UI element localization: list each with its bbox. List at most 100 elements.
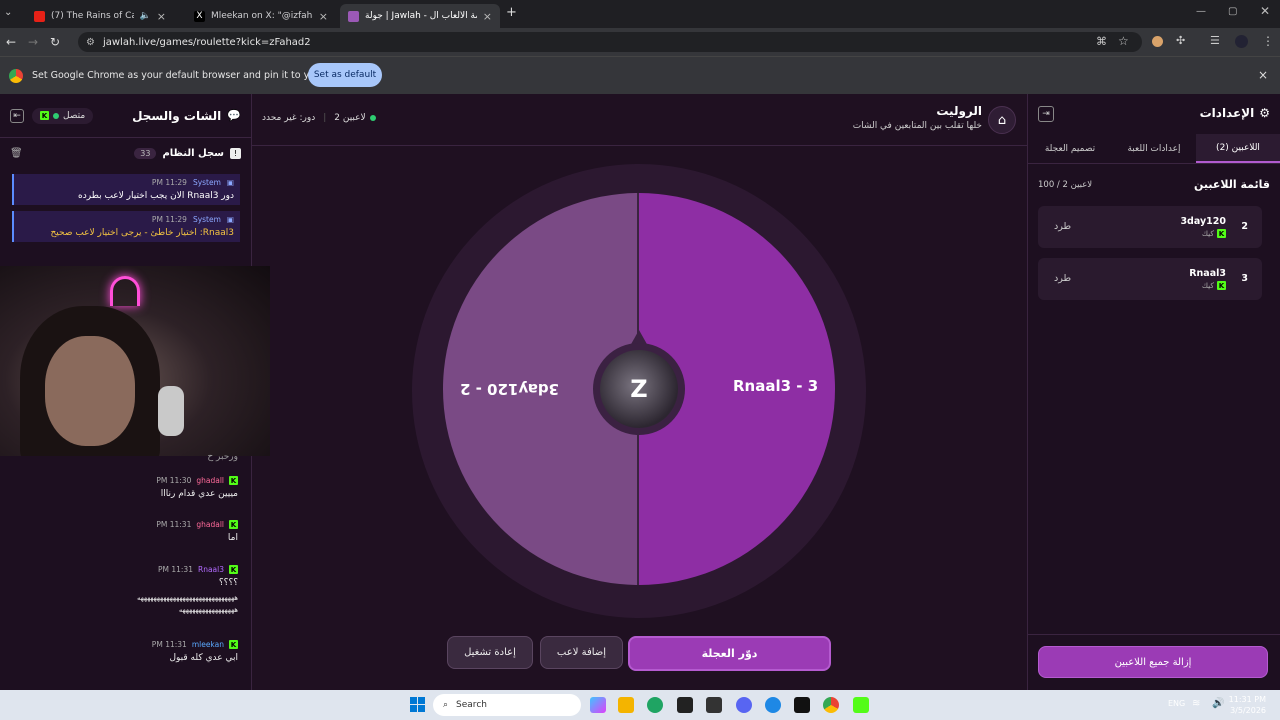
x-logo-icon: X (194, 10, 205, 22)
spin-wheel-button[interactable]: دوّر العجلة (628, 636, 831, 671)
system-log-header: 🗑 33 سجل النظام ! (0, 138, 251, 168)
search-icon: ⌕ (443, 700, 449, 710)
wheel-segment-label: 3day120 - 2 (460, 380, 560, 398)
chrome-icon (9, 68, 23, 83)
discord-icon[interactable] (736, 697, 752, 713)
bookmark-star-icon[interactable]: ☆ (1118, 34, 1129, 48)
system-log-count: 33 (134, 147, 157, 159)
set-as-default-button[interactable]: Set as default (308, 63, 382, 87)
browser-tab-strip: ⌄ (7) The Rains of Castamere 🔈 × X Mleek… (0, 0, 1280, 28)
x-app-icon[interactable] (794, 697, 810, 713)
translate-icon[interactable]: ⌘ (1096, 35, 1107, 48)
tab-search-icon[interactable]: ⌄ (4, 7, 18, 18)
restart-button[interactable]: إعادة تشغيل (447, 636, 533, 669)
neon-light (110, 276, 140, 306)
player-card: طرد 3day120 كيك K 2 (1038, 206, 1262, 248)
trash-icon[interactable]: 🗑 (10, 148, 23, 159)
speaker-icon: 🔈 (139, 11, 151, 21)
chat-header: ⇤ K متصل الشات والسجل 💬 (0, 94, 251, 138)
windows-start-icon[interactable] (410, 697, 425, 712)
wheel-segment-label: Rnaal3 - 3 (733, 377, 819, 395)
person-face (45, 336, 135, 446)
kick-icon: K (229, 640, 238, 649)
media-icon[interactable]: ☰ (1210, 34, 1220, 47)
players-list-title: قائمة اللاعبين (1194, 178, 1270, 191)
kick-player-button[interactable]: طرد (1054, 221, 1071, 232)
add-player-button[interactable]: إضافة لاعب (540, 636, 623, 669)
wheel-hub: Z (593, 343, 685, 435)
taskbar-search[interactable]: ⌕ Search (433, 694, 581, 716)
youtube-icon (34, 10, 45, 22)
kick-taskbar-icon[interactable] (853, 697, 869, 713)
extension-icon[interactable] (1152, 36, 1163, 47)
window-close-icon[interactable]: ✕ (1260, 4, 1270, 18)
kick-icon: K (229, 520, 238, 529)
close-tab-icon[interactable]: × (319, 10, 328, 23)
system-message: ▣ System 11:29 PM دور Rnaal3 الان يجب اختي… (12, 174, 240, 205)
chat-message: Kghadall 11:31 PM اما (156, 520, 238, 543)
collapse-panel-icon[interactable]: ⇤ (10, 108, 24, 123)
tab-jawlah[interactable]: جولة | Jawlah - منصة الألعاب ال × (340, 4, 500, 28)
chat-title: الشات والسجل (132, 108, 222, 123)
kick-icon: K (40, 111, 49, 120)
chat-message: Kghadall 11:30 PM مييين عدي قدام رنااا (156, 476, 238, 499)
store-icon[interactable] (677, 697, 693, 713)
webcam-overlay (0, 266, 270, 456)
file-explorer-icon[interactable] (618, 697, 634, 713)
back-icon[interactable]: ← (0, 35, 22, 49)
kick-player-button[interactable]: طرد (1054, 273, 1071, 284)
jawlah-logo-icon: Z (600, 350, 678, 428)
new-tab-button[interactable]: + (506, 5, 517, 20)
site-info-icon[interactable]: ⚙ (86, 37, 95, 48)
url-field[interactable]: ⚙ jawlah.live/games/roulette?kick=zFahad… (78, 32, 1142, 52)
system-message: ▣ System 11:29 PM Rnaal3: اختيار خاطئ - ير… (12, 211, 240, 242)
chrome-taskbar-icon[interactable] (823, 697, 839, 713)
menu-icon[interactable]: ⋮ (1262, 34, 1274, 48)
system-log-title: سجل النظام (162, 147, 224, 159)
profile-avatar[interactable] (1235, 35, 1248, 48)
tab-youtube[interactable]: (7) The Rains of Castamere 🔈 × (26, 4, 174, 28)
collapse-settings-icon[interactable]: ⇥ (1038, 106, 1054, 122)
maximize-icon[interactable]: ▢ (1228, 6, 1237, 17)
turn-indicator: دور: غير محدد (262, 113, 316, 123)
app-blue-icon[interactable] (765, 697, 781, 713)
info-icon: ! (230, 147, 241, 159)
home-icon[interactable]: ⌂ (988, 106, 1016, 134)
connection-status: K متصل (32, 107, 94, 124)
kick-icon: K (1217, 229, 1226, 238)
infobar-close-icon[interactable]: × (1258, 68, 1268, 82)
game-header: دور: غير محدد | 2 لاعبين الروليت خلها تق… (252, 94, 1028, 146)
forward-icon[interactable]: → (22, 35, 44, 49)
game-subtitle: خلها تقلب بين المتابعين في الشات (852, 121, 982, 131)
app-icon[interactable] (706, 697, 722, 713)
language-indicator[interactable]: ENG (1168, 699, 1185, 708)
clock[interactable]: 11:31 PM 3/5/2026 (1226, 694, 1266, 716)
copilot-icon[interactable] (590, 697, 606, 713)
volume-icon[interactable]: 🔊 (1212, 698, 1224, 709)
tab-wheel-design[interactable]: تصميم العجلة (1028, 134, 1112, 163)
kick-icon: K (229, 476, 238, 485)
puzzle-icon[interactable]: ✣ (1176, 34, 1185, 47)
tab-x[interactable]: X Mleekan on X: "@izfahad2 ‏يحك" × (186, 4, 336, 28)
reload-icon[interactable]: ↻ (44, 35, 66, 49)
system-badge-icon: ▣ (226, 215, 234, 224)
tab-players[interactable]: اللاعبين (2) (1196, 134, 1280, 163)
system-badge-icon: ▣ (226, 178, 234, 187)
remove-all-players-button[interactable]: إزالة جميع اللاعبين (1038, 646, 1268, 678)
edge-icon[interactable] (647, 697, 663, 713)
settings-tabs: تصميم العجلة إعدادات اللعبة اللاعبين (2) (1028, 134, 1280, 164)
close-tab-icon[interactable]: × (157, 10, 166, 23)
players-count: 2 لاعبين (334, 113, 376, 123)
tab-game-settings[interactable]: إعدادات اللعبة (1112, 134, 1196, 163)
gear-icon: ⚙ (1259, 106, 1270, 120)
minimize-icon[interactable]: — (1196, 6, 1206, 17)
wifi-icon[interactable]: ≋ (1192, 698, 1200, 709)
close-tab-icon[interactable]: × (483, 10, 492, 23)
jawlah-icon (348, 10, 359, 22)
game-title: الروليت (936, 104, 982, 118)
chat-bubble-icon: 💬 (227, 109, 241, 122)
online-dot-icon (369, 115, 376, 121)
partial-message: ورحبر ح (207, 452, 238, 462)
microphone (158, 386, 184, 436)
players-capacity: 100 / 2 لاعبين (1038, 180, 1093, 190)
